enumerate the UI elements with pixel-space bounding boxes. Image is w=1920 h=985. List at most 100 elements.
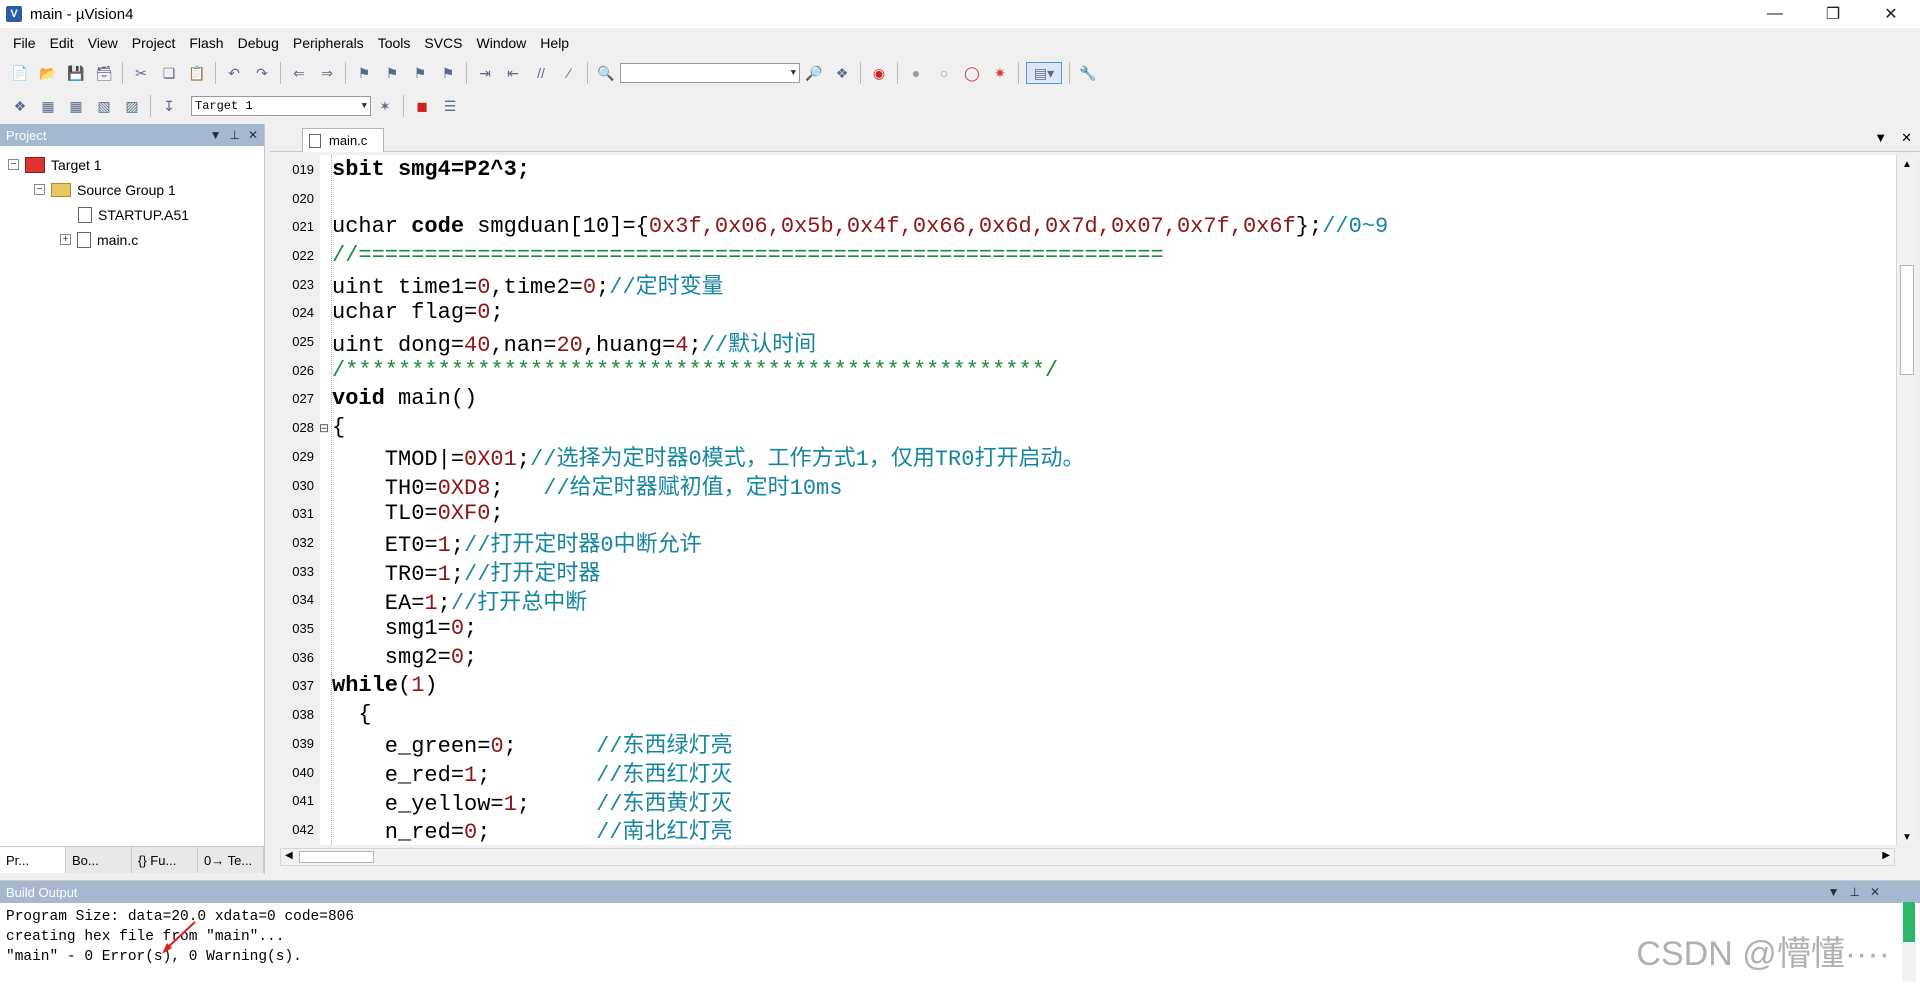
tab-main-c[interactable]: main.c — [302, 128, 384, 152]
paste-icon[interactable]: 📋 — [186, 62, 208, 84]
bookmark-icon[interactable]: ⚑ — [353, 62, 375, 84]
target-options-icon[interactable]: ✶ — [374, 95, 396, 117]
kill-breakpoints-icon[interactable]: ✷ — [989, 62, 1011, 84]
find-in-files-icon[interactable]: 🔍 — [595, 62, 617, 84]
line-number: 023 — [292, 276, 314, 292]
menu-help[interactable]: Help — [533, 35, 576, 51]
pin-icon[interactable]: ⊥ — [1849, 885, 1859, 899]
new-file-icon[interactable]: 📄 — [9, 62, 31, 84]
undo-icon[interactable]: ↶ — [223, 62, 245, 84]
debug-session-icon[interactable]: ◉ — [868, 62, 890, 84]
tab-project[interactable]: Pr... — [0, 847, 66, 873]
copy-icon[interactable]: ❏ — [158, 62, 180, 84]
tree-item-group[interactable]: − Source Group 1 — [8, 177, 264, 202]
panel-close-icon[interactable]: ✕ — [1870, 885, 1880, 899]
incremental-find-icon[interactable]: ❖ — [831, 62, 853, 84]
translate-icon[interactable]: ❖ — [9, 95, 31, 117]
menu-tools[interactable]: Tools — [371, 35, 418, 51]
tab-functions[interactable]: {} Fu... — [132, 847, 198, 873]
file-toolbar: 📄 📂 💾 🗃 ✂ ❏ 📋 ↶ ↷ ⇐ ⇒ ⚑ ⚑ ⚑ ⚑ ⇥ ⇤ // ∕ 🔍… — [0, 58, 1920, 88]
line-number: 022 — [292, 247, 314, 263]
open-file-icon[interactable]: 📂 — [37, 62, 59, 84]
build-output-text[interactable]: Program Size: data=20.0 xdata=0 code=806… — [0, 903, 1920, 971]
build-output-header: Build Output ▼ ⊥ ✕ — [0, 881, 1920, 903]
scroll-up-icon[interactable]: ▲ — [1902, 159, 1912, 170]
code-line: 032 ET0=1;//打开定时器0中断允许 — [270, 528, 1896, 558]
nav-forward-icon[interactable]: ⇒ — [316, 62, 338, 84]
build-output-scrollbar[interactable] — [1902, 902, 1916, 982]
tree-item-file[interactable]: STARTUP.A51 — [8, 202, 264, 227]
scroll-right-icon[interactable]: ▶ — [1882, 850, 1890, 861]
nav-back-icon[interactable]: ⇐ — [288, 62, 310, 84]
batch-build-icon[interactable]: ▧ — [93, 95, 115, 117]
menu-debug[interactable]: Debug — [231, 35, 286, 51]
save-icon[interactable]: 💾 — [65, 62, 87, 84]
menu-file[interactable]: File — [6, 35, 43, 51]
save-all-icon[interactable]: 🗃 — [93, 62, 115, 84]
code-editor[interactable]: 019 sbit smg4=P2^3; 020 021 uchar code smg… — [270, 155, 1896, 845]
line-number: 038 — [292, 707, 314, 723]
indent-icon[interactable]: ⇥ — [474, 62, 496, 84]
tab-list-dropdown-icon[interactable]: ▼ — [1874, 130, 1887, 146]
configure-icon[interactable]: 🔧 — [1077, 62, 1099, 84]
manage-components-icon[interactable]: ◼ — [411, 95, 433, 117]
clear-bookmarks-icon[interactable]: ⚑ — [437, 62, 459, 84]
close-icon[interactable]: ✕ — [1862, 0, 1920, 28]
collapse-icon[interactable]: − — [34, 184, 45, 195]
menu-project[interactable]: Project — [125, 35, 183, 51]
editor-vertical-scrollbar[interactable]: ▲ ▼ — [1896, 155, 1916, 845]
scroll-left-icon[interactable]: ◀ — [285, 850, 293, 861]
redo-icon[interactable]: ↷ — [251, 62, 273, 84]
restore-icon[interactable]: ❐ — [1804, 0, 1862, 28]
project-panel: Project ▼ ⊥ ✕ − Target 1 − Source Group … — [0, 124, 265, 874]
target-select[interactable]: Target 1 ▼ — [191, 96, 371, 116]
fold-collapse-icon[interactable]: ⊟ — [318, 421, 330, 435]
panel-dropdown-icon[interactable]: ▼ — [210, 128, 222, 142]
code-number: 20 — [556, 332, 583, 358]
prev-bookmark-icon[interactable]: ⚑ — [381, 62, 403, 84]
menu-window[interactable]: Window — [470, 35, 534, 51]
load-download-icon[interactable]: ↧ — [158, 95, 180, 117]
code-token: ; — [477, 820, 597, 845]
menu-peripherals[interactable]: Peripherals — [286, 35, 371, 51]
code-number: 0 — [464, 820, 478, 845]
menu-view[interactable]: View — [81, 35, 125, 51]
pin-icon[interactable]: ⊥ — [229, 128, 239, 142]
editor-horizontal-scrollbar[interactable]: ◀ ▶ — [280, 848, 1895, 866]
build-icon[interactable]: ▦ — [37, 95, 59, 117]
cut-icon[interactable]: ✂ — [130, 62, 152, 84]
tree-item-target[interactable]: − Target 1 — [8, 152, 264, 177]
uncomment-icon[interactable]: ∕ — [558, 62, 580, 84]
file-icon — [77, 231, 91, 248]
tree-item-file[interactable]: + main.c — [8, 227, 264, 252]
next-bookmark-icon[interactable]: ⚑ — [409, 62, 431, 84]
menu-flash[interactable]: Flash — [182, 35, 230, 51]
disable-breakpoints-icon[interactable]: ◯ — [961, 62, 983, 84]
tab-templates[interactable]: 0→ Te... — [198, 847, 264, 873]
minimize-icon[interactable]: — — [1746, 0, 1804, 28]
project-tree: − Target 1 − Source Group 1 STARTUP.A51 … — [0, 146, 264, 252]
editor-close-icon[interactable]: ✕ — [1901, 130, 1912, 146]
scroll-down-icon[interactable]: ▼ — [1902, 832, 1912, 843]
find-combo[interactable]: ▼ — [620, 63, 800, 83]
collapse-icon[interactable]: − — [8, 159, 19, 170]
scroll-thumb[interactable] — [1900, 265, 1914, 375]
tab-books[interactable]: Bo... — [66, 847, 132, 873]
unindent-icon[interactable]: ⇤ — [502, 62, 524, 84]
enable-breakpoint-icon[interactable]: ○ — [933, 62, 955, 84]
window-layout-icon[interactable]: ▤▾ — [1026, 62, 1062, 84]
scroll-thumb[interactable] — [1903, 902, 1915, 942]
line-number: 027 — [292, 391, 314, 407]
panel-dropdown-icon[interactable]: ▼ — [1828, 885, 1840, 899]
breakpoint-icon[interactable]: ● — [905, 62, 927, 84]
menu-svcs[interactable]: SVCS — [417, 35, 469, 51]
scroll-thumb[interactable] — [299, 851, 374, 863]
menu-edit[interactable]: Edit — [43, 35, 81, 51]
find-icon[interactable]: 🔎 — [803, 62, 825, 84]
rebuild-icon[interactable]: ▦ — [65, 95, 87, 117]
select-packs-icon[interactable]: ☰ — [439, 95, 461, 117]
expand-icon[interactable]: + — [60, 234, 71, 245]
panel-close-icon[interactable]: ✕ — [248, 128, 258, 142]
stop-build-icon[interactable]: ▨ — [121, 95, 143, 117]
comment-icon[interactable]: // — [530, 62, 552, 84]
